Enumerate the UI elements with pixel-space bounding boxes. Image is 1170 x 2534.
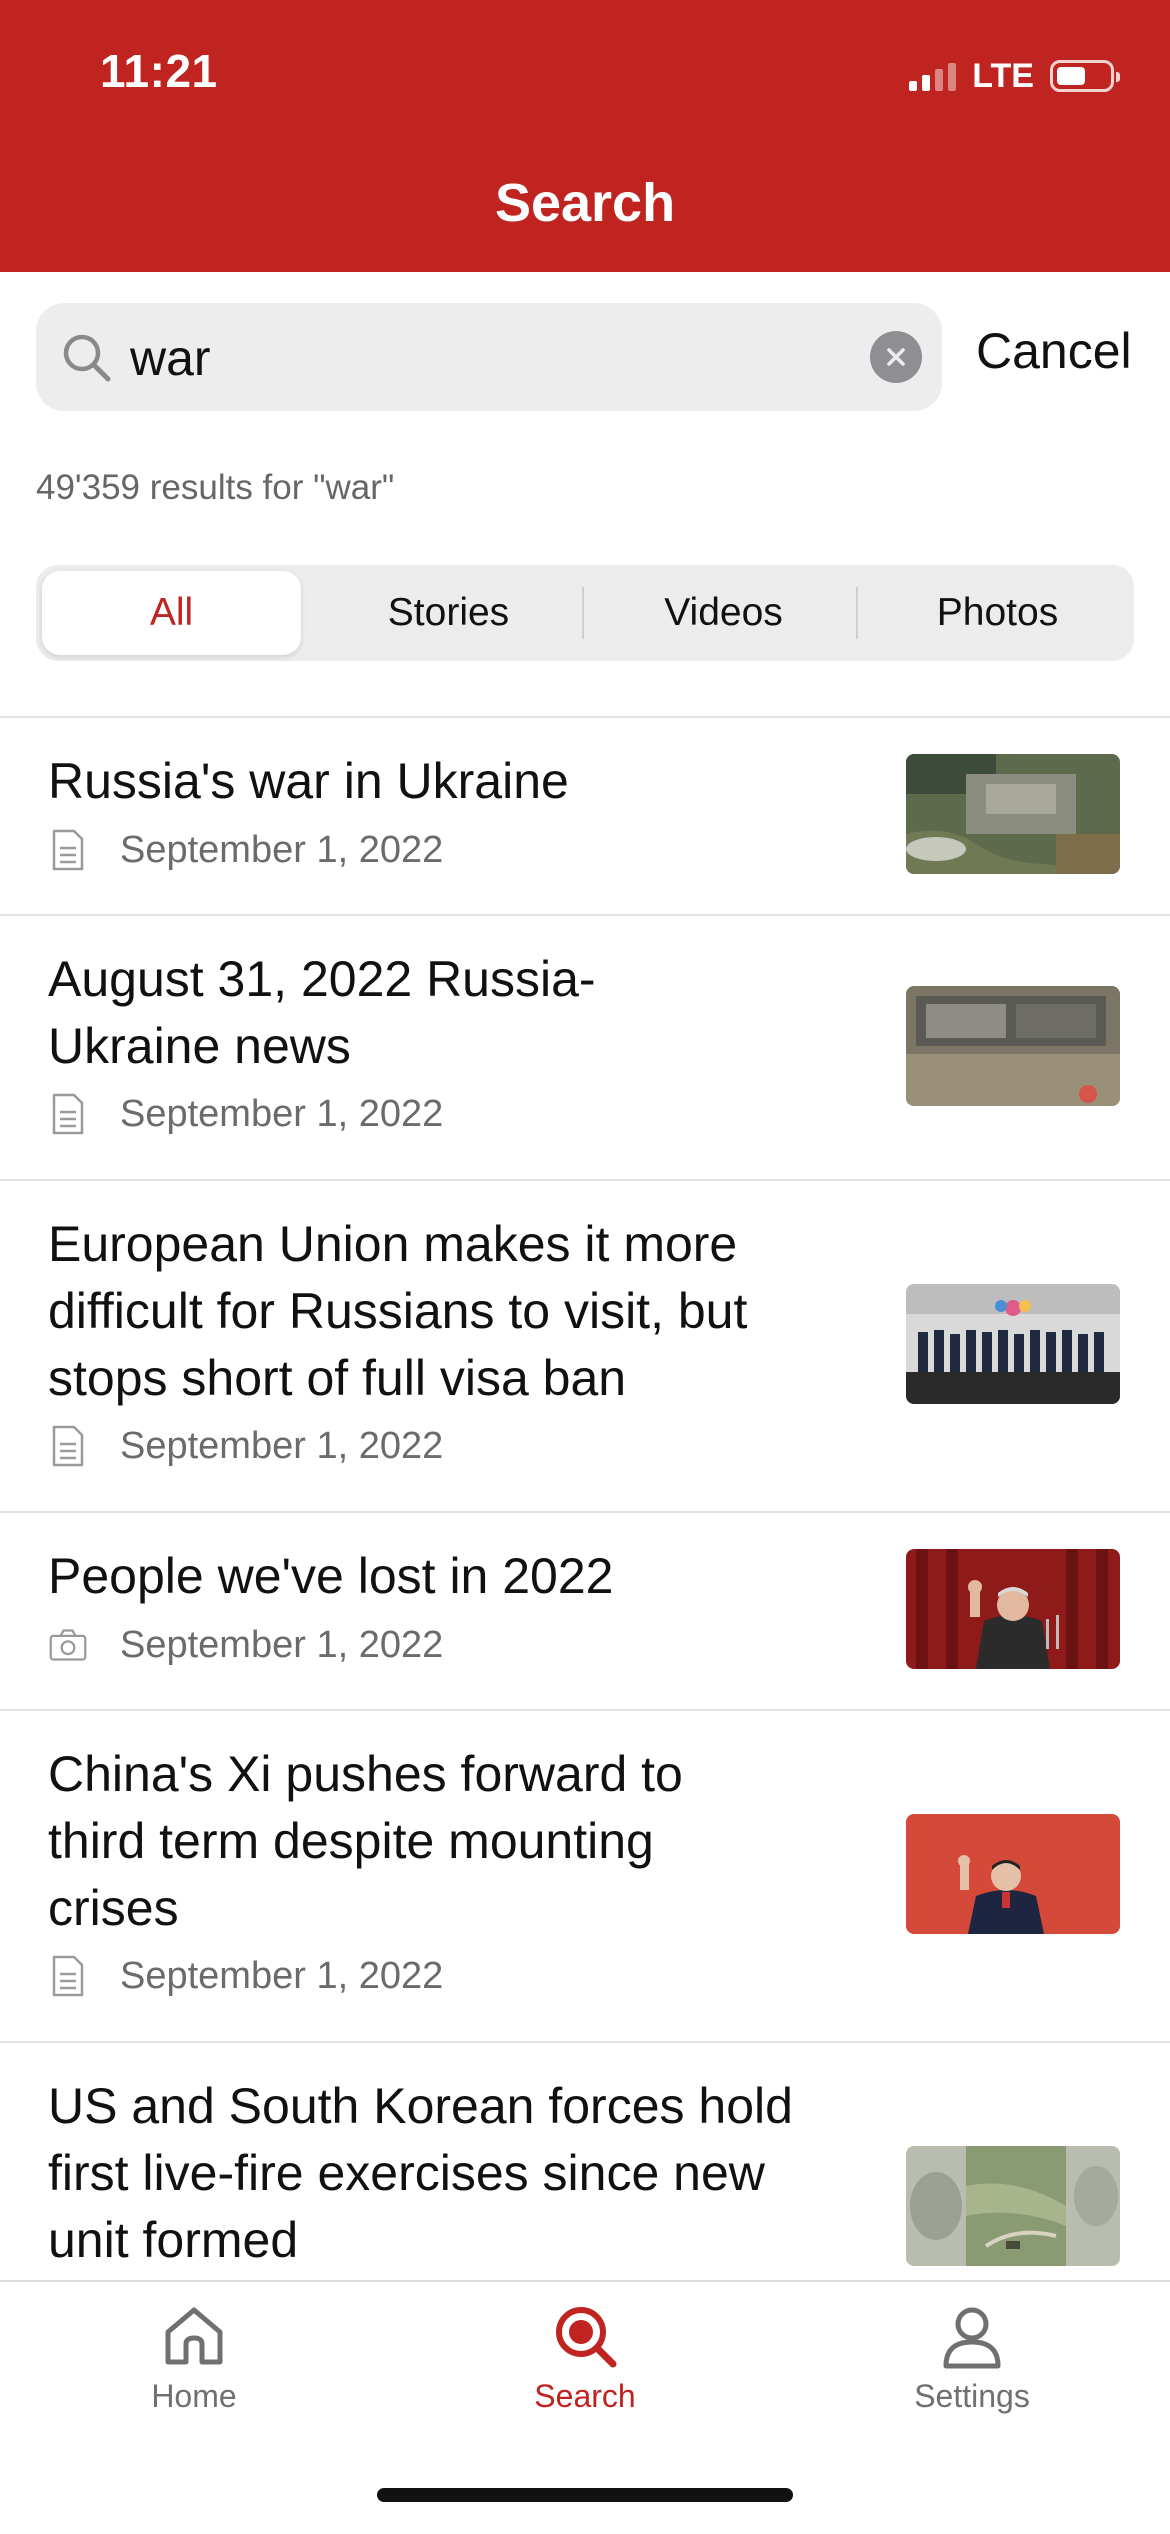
search-icon [556, 2307, 617, 2368]
result-row[interactable]: People we've lost in 2022 September 1, 2… [0, 1513, 1170, 1711]
network-type: LTE [972, 56, 1034, 95]
result-title: US and South Korean forces hold first li… [48, 2078, 793, 2268]
result-title: Russia's war in Ukraine [48, 753, 569, 809]
result-meta: September 1, 2022 [48, 1424, 443, 1468]
nav-search[interactable]: Search [475, 2302, 695, 2415]
result-date: September 1, 2022 [120, 1623, 444, 1666]
search-input[interactable] [128, 323, 832, 393]
result-meta: September 1, 2022 [48, 1092, 443, 1136]
nav-settings-label: Settings [914, 2378, 1030, 2414]
result-meta: September 1, 2022 [48, 1623, 443, 1667]
result-thumbnail [906, 986, 1120, 1106]
results-count: 49'359 results for "war" [36, 468, 395, 507]
results-list: Russia's war in Ukraine September 1, 202… [0, 716, 1170, 2268]
nav-home-label: Home [151, 2378, 237, 2414]
result-thumbnail [906, 754, 1120, 874]
status-time: 11:21 [100, 45, 218, 97]
tab-photos[interactable]: Photos [868, 571, 1127, 655]
result-thumbnail [906, 1814, 1120, 1934]
tab-divider [856, 587, 858, 639]
home-indicator[interactable] [377, 2488, 793, 2502]
document-icon [52, 1093, 84, 1135]
result-thumbnail [906, 2146, 1120, 2266]
tab-videos[interactable]: Videos [594, 571, 853, 655]
nav-settings[interactable]: Settings [862, 2302, 1082, 2415]
result-date: September 1, 2022 [120, 1954, 444, 1997]
page-title: Search [494, 173, 676, 233]
result-row[interactable]: European Union makes it more difficult f… [0, 1181, 1170, 1513]
result-title: European Union makes it more difficult f… [48, 1216, 748, 1406]
result-date: September 1, 2022 [120, 1424, 444, 1467]
result-title: People we've lost in 2022 [48, 1548, 614, 1604]
status-indicators: LTE [909, 54, 1120, 98]
user-icon [943, 2307, 1001, 2369]
battery-icon [1050, 60, 1120, 92]
result-row[interactable]: US and South Korean forces hold first li… [0, 2043, 1170, 2303]
result-thumbnail [906, 1284, 1120, 1404]
result-title: August 31, 2022 Russia-Ukraine news [48, 951, 596, 1074]
tab-stories[interactable]: Stories [319, 571, 578, 655]
result-meta: September 1, 2022 [48, 828, 443, 872]
result-thumbnail [906, 1549, 1120, 1669]
document-icon [52, 1425, 84, 1467]
search-field[interactable] [36, 303, 942, 411]
search-icon [63, 334, 111, 382]
clear-search-button[interactable] [870, 331, 922, 383]
nav-search-label: Search [534, 2378, 636, 2414]
result-title: China's Xi pushes forward to third term … [48, 1746, 683, 1936]
filter-tabs: All Stories Videos Photos [36, 565, 1134, 661]
cellular-signal-icon [909, 61, 957, 91]
result-date: September 1, 2022 [120, 1092, 444, 1135]
result-meta: September 1, 2022 [48, 1954, 443, 1998]
document-icon [52, 1955, 84, 1997]
document-icon [52, 829, 84, 871]
tab-divider [582, 587, 584, 639]
app-header: 11:21 LTE Search [0, 0, 1170, 272]
result-row[interactable]: Russia's war in Ukraine September 1, 202… [0, 718, 1170, 916]
result-date: September 1, 2022 [120, 828, 444, 871]
tab-all[interactable]: All [42, 571, 301, 655]
result-row[interactable]: August 31, 2022 Russia-Ukraine news Sept… [0, 916, 1170, 1181]
cancel-button[interactable]: Cancel [976, 322, 1132, 380]
home-icon [165, 2307, 223, 2365]
camera-icon [49, 1629, 87, 1661]
result-row[interactable]: China's Xi pushes forward to third term … [0, 1711, 1170, 2043]
close-icon [887, 348, 905, 366]
nav-home[interactable]: Home [84, 2302, 304, 2415]
